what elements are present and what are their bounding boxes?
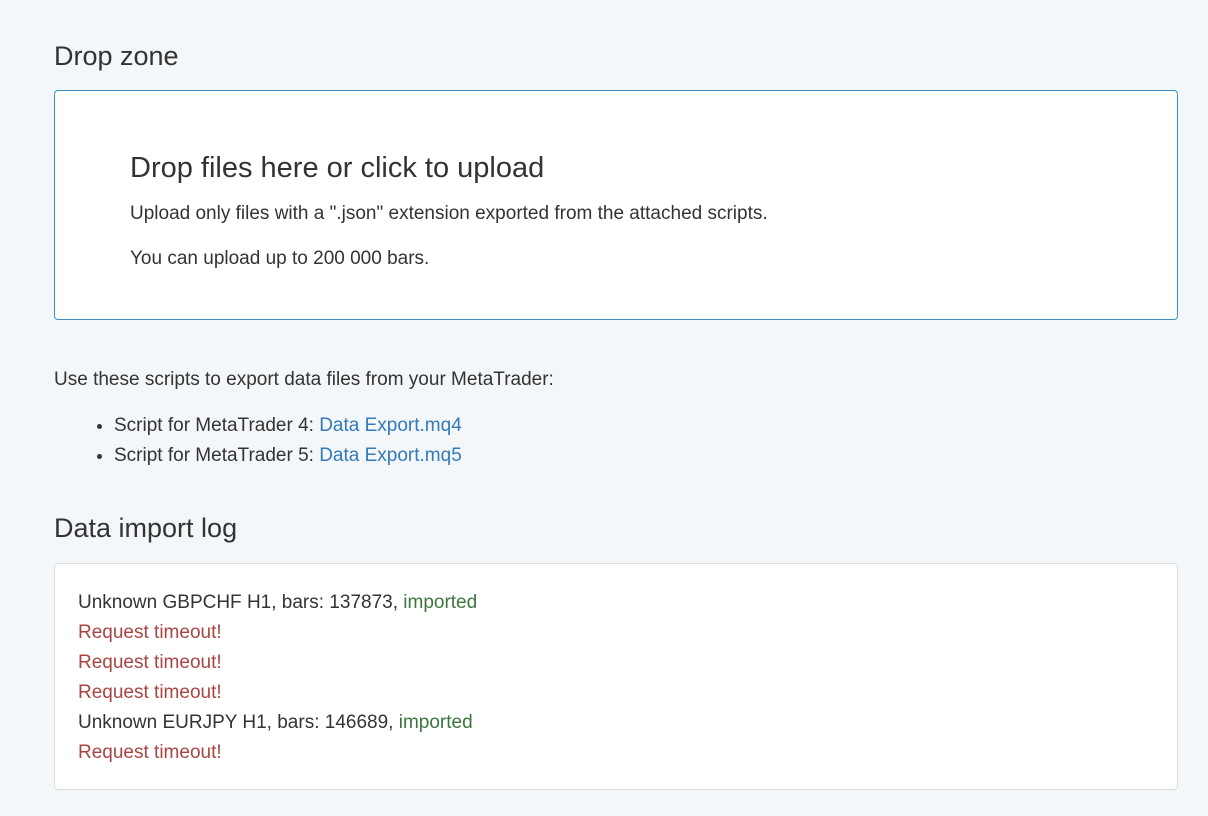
- drop-zone-heading: Drop files here or click to upload: [130, 152, 545, 184]
- log-entry-error: Request timeout!: [78, 682, 222, 703]
- import-log-panel: Unknown GBPCHF H1, bars: 137873, importe…: [54, 563, 1178, 790]
- import-log-title: Data import log: [54, 513, 238, 543]
- log-entry-error: Request timeout!: [78, 742, 222, 763]
- log-entry-text: Unknown EURJPY H1, bars: 146689,: [78, 712, 399, 733]
- import-log-lines: Unknown GBPCHF H1, bars: 137873, importe…: [78, 588, 477, 768]
- script-mt4-link[interactable]: Data Export.mq4: [319, 415, 462, 436]
- drop-zone-instructions: Upload only files with a ".json" extensi…: [130, 203, 768, 224]
- list-item: Script for MetaTrader 5: Data Export.mq5: [114, 441, 462, 471]
- file-drop-zone[interactable]: Drop files here or click to upload Uploa…: [54, 90, 1178, 320]
- scripts-list: Script for MetaTrader 4: Data Export.mq4…: [54, 411, 462, 471]
- log-entry-text: Unknown GBPCHF H1, bars: 137873,: [78, 592, 404, 613]
- script-mt4-label: Script for MetaTrader 4:: [114, 415, 320, 436]
- log-entry-error: Request timeout!: [78, 622, 222, 643]
- script-mt5-link[interactable]: Data Export.mq5: [319, 445, 462, 466]
- scripts-intro-text: Use these scripts to export data files f…: [54, 369, 554, 390]
- log-status-imported: imported: [398, 712, 473, 733]
- list-item: Script for MetaTrader 4: Data Export.mq4: [114, 411, 462, 441]
- log-entry: Unknown EURJPY H1, bars: 146689, importe…: [78, 708, 477, 738]
- script-mt5-label: Script for MetaTrader 5:: [114, 445, 320, 466]
- drop-zone-limit: You can upload up to 200 000 bars.: [130, 248, 430, 269]
- log-status-imported: imported: [403, 592, 478, 613]
- log-entry: Unknown GBPCHF H1, bars: 137873, importe…: [78, 588, 477, 618]
- drop-zone-title: Drop zone: [54, 41, 179, 71]
- log-entry-error: Request timeout!: [78, 652, 222, 673]
